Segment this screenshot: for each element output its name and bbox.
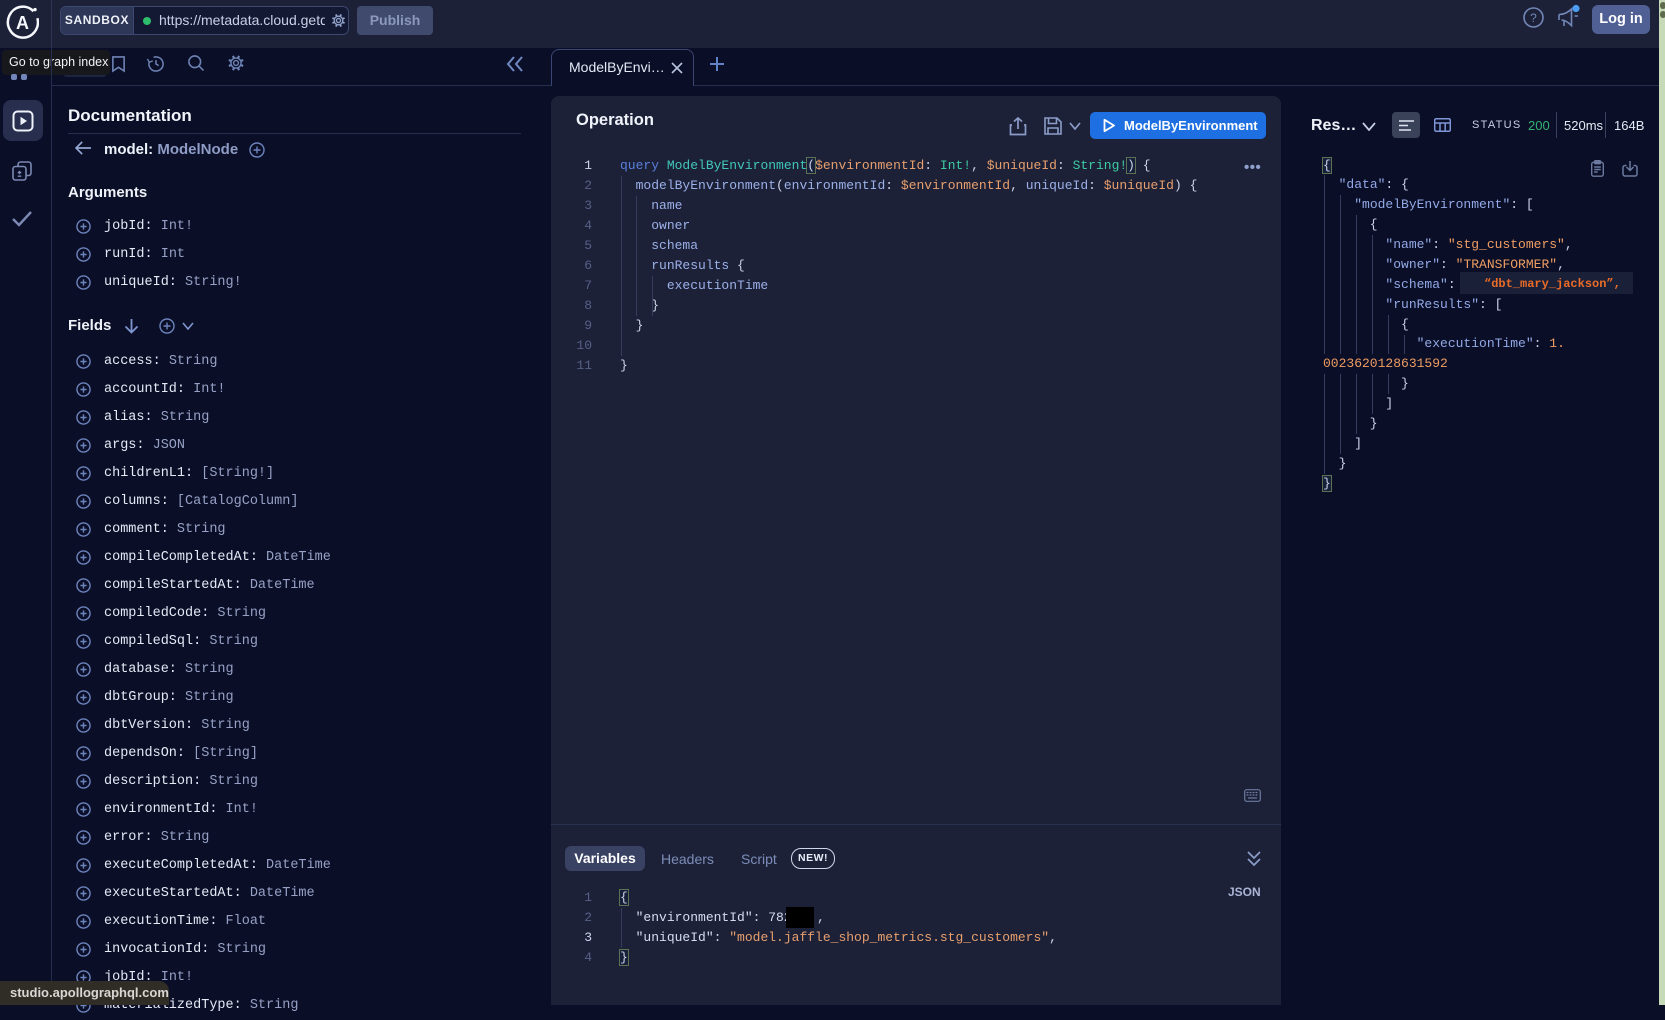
svg-text:?: ? [1530, 11, 1537, 25]
svg-text:A: A [16, 13, 29, 33]
